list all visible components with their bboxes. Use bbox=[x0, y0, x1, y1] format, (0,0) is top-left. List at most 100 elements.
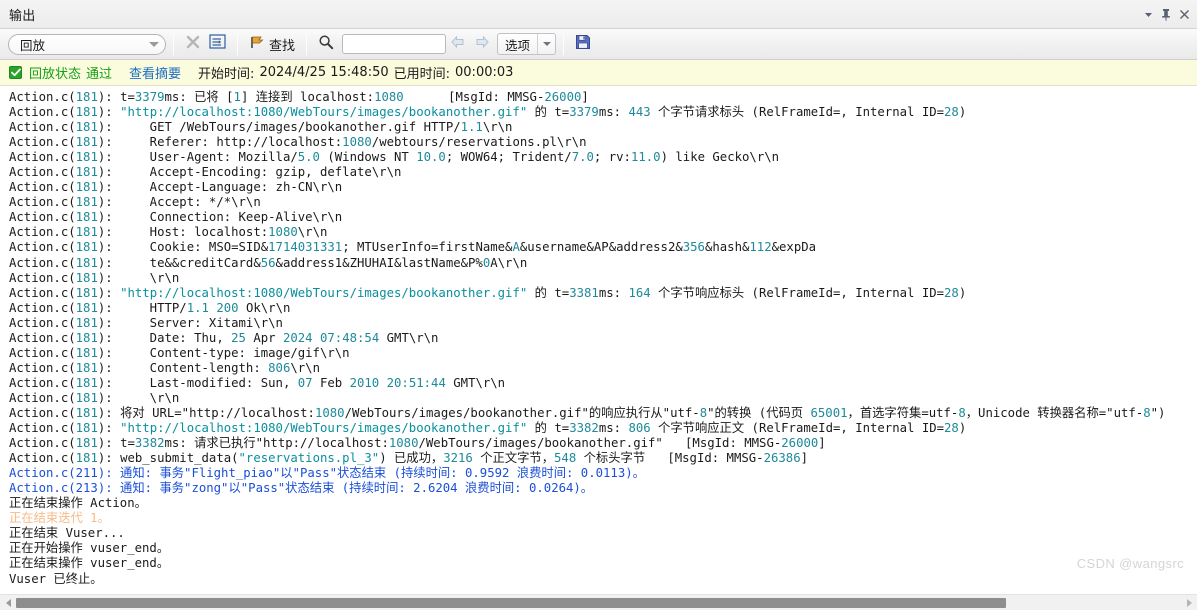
log-segment: ): Last-modified: Sun, bbox=[97, 375, 298, 390]
log-line[interactable]: Action.c(181): Last-modified: Sun, 07 Fe… bbox=[9, 376, 1197, 391]
horizontal-scrollbar[interactable] bbox=[0, 594, 1197, 610]
log-segment: Action.c( bbox=[9, 405, 76, 420]
log-line[interactable]: Action.c(181): Cookie: MSO=SID&171403133… bbox=[9, 240, 1197, 255]
clear-output-button[interactable] bbox=[181, 33, 205, 56]
log-line[interactable]: Action.c(181): Connection: Keep-Alive\r\… bbox=[9, 210, 1197, 225]
log-line[interactable]: 正在结束迭代 1。 bbox=[9, 511, 1197, 526]
close-icon[interactable] bbox=[1175, 4, 1193, 24]
start-time-label: 开始时间: bbox=[198, 67, 255, 82]
log-line[interactable]: Action.c(181): t=3382ms: 请求已执行"http://lo… bbox=[9, 436, 1197, 451]
log-segment: ): Server: Xitami\r\n bbox=[97, 315, 283, 330]
log-segment: 181 bbox=[75, 390, 98, 405]
log-mode-combo[interactable]: 回放 bbox=[8, 33, 166, 55]
log-line[interactable]: Action.c(181): Referer: http://localhost… bbox=[9, 135, 1197, 150]
view-summary-link[interactable]: 查看摘要 bbox=[129, 63, 181, 82]
log-line[interactable]: Action.c(181): \r\n bbox=[9, 391, 1197, 406]
log-line[interactable]: Action.c(181): te&&creditCard&56&address… bbox=[9, 256, 1197, 271]
log-line[interactable]: 正在开始操作 vuser_end。 bbox=[9, 541, 1197, 556]
log-segment: A\r\n bbox=[490, 255, 528, 270]
log-segment: ms: bbox=[598, 285, 629, 300]
log-line[interactable]: Action.c(211): 通知: 事务"Flight_piao"以"Pass… bbox=[9, 466, 1197, 481]
log-segment: ] bbox=[818, 436, 826, 451]
log-line[interactable]: Action.c(181): Content-length: 806\r\n bbox=[9, 361, 1197, 376]
toolbar-separator bbox=[237, 33, 238, 55]
log-segment: Action.c( bbox=[9, 360, 76, 375]
log-segment: ): te&&creditCard& bbox=[97, 255, 261, 270]
log-line[interactable]: Action.c(181): Content-type: image/gif\r… bbox=[9, 346, 1197, 361]
log-line[interactable]: Action.c(181): web_submit_data("reservat… bbox=[9, 451, 1197, 466]
log-segment: 181 bbox=[75, 451, 98, 466]
chevron-down-icon[interactable] bbox=[1139, 4, 1157, 24]
log-segment: "reservations.pl_3" bbox=[238, 451, 380, 466]
log-segment: 181 bbox=[75, 300, 98, 315]
log-segment: 181 bbox=[75, 405, 98, 420]
log-line[interactable]: Action.c(181): \r\n bbox=[9, 271, 1197, 286]
save-button[interactable] bbox=[571, 33, 595, 56]
log-line[interactable]: Action.c(181): HTTP/1.1 200 Ok\r\n bbox=[9, 301, 1197, 316]
log-segment: 164 bbox=[628, 285, 651, 300]
toolbar-separator bbox=[173, 33, 174, 55]
log-segment: Action.c( bbox=[9, 195, 76, 210]
log-segment: 8 bbox=[958, 405, 966, 420]
search-button[interactable] bbox=[314, 33, 338, 56]
log-line[interactable]: Action.c(181): "http://localhost:1080/We… bbox=[9, 286, 1197, 301]
log-line[interactable]: Action.c(181): Accept: */*\r\n bbox=[9, 195, 1197, 210]
log-line[interactable]: Action.c(213): 通知: 事务"zong"以"Pass"状态结束 (… bbox=[9, 481, 1197, 496]
log-line[interactable]: Action.c(181): "http://localhost:1080/We… bbox=[9, 421, 1197, 436]
log-line[interactable]: Action.c(181): Accept-Encoding: gzip, de… bbox=[9, 165, 1197, 180]
scrollbar-track[interactable] bbox=[16, 595, 1181, 610]
log-segment: Action.c( bbox=[9, 421, 76, 436]
log-line[interactable]: 正在结束操作 vuser_end。 bbox=[9, 556, 1197, 571]
log-segment: 181 bbox=[75, 225, 98, 240]
log-segment: Action.c( bbox=[9, 180, 76, 195]
search-icon bbox=[318, 34, 334, 55]
log-segment: 356 bbox=[682, 240, 705, 255]
search-input[interactable] bbox=[343, 35, 446, 53]
log-segment: 181 bbox=[75, 360, 98, 375]
log-line[interactable]: Action.c(181): 将对 URL="http://localhost:… bbox=[9, 406, 1197, 421]
log-segment: Action.c( bbox=[9, 105, 76, 120]
log-line[interactable]: 正在结束操作 Action。 bbox=[9, 496, 1197, 511]
find-next-button[interactable] bbox=[470, 33, 494, 56]
log-segment: \r\n bbox=[290, 360, 320, 375]
log-output-area[interactable]: Action.c(181): t=3379ms: 已将 [1] 连接到 loca… bbox=[0, 86, 1197, 594]
log-segment: 56 bbox=[260, 255, 276, 270]
log-line[interactable]: Action.c(181): Date: Thu, 25 Apr 2024 07… bbox=[9, 331, 1197, 346]
log-segment: 1080 bbox=[342, 135, 372, 150]
log-line[interactable]: Action.c(181): Server: Xitami\r\n bbox=[9, 316, 1197, 331]
pin-icon[interactable] bbox=[1157, 4, 1175, 24]
log-line[interactable]: Vuser 已终止。 bbox=[9, 572, 1197, 587]
log-segment: 181 bbox=[75, 436, 98, 451]
log-segment: 26386 bbox=[763, 451, 801, 466]
replay-status-bar: 回放状态 通过 查看摘要 开始时间: 2024/4/25 15:48:50 已用… bbox=[0, 60, 1197, 86]
log-line[interactable]: Action.c(181): GET /WebTours/images/book… bbox=[9, 120, 1197, 135]
chevron-down-icon[interactable] bbox=[149, 41, 159, 47]
word-wrap-button[interactable] bbox=[205, 33, 230, 56]
log-line[interactable]: Action.c(181): Host: localhost:1080\r\n bbox=[9, 225, 1197, 240]
scrollbar-thumb[interactable] bbox=[16, 597, 1007, 608]
arrow-left-icon bbox=[450, 35, 466, 54]
log-line[interactable]: Action.c(181): "http://localhost:1080/We… bbox=[9, 105, 1197, 120]
start-time-value: 2024/4/25 15:48:50 bbox=[259, 65, 389, 80]
log-segment: 2010 bbox=[349, 375, 380, 390]
log-segment: 07:48:54 bbox=[320, 330, 380, 345]
triangle-left-icon[interactable] bbox=[0, 595, 16, 610]
log-segment: ; WOW64; Trident/ bbox=[445, 150, 572, 165]
log-segment: /WebTours/images/bookanother.gif"的响应执行从"… bbox=[344, 405, 700, 420]
find-button[interactable]: 查找 bbox=[245, 33, 299, 56]
log-line[interactable]: Action.c(181): Accept-Language: zh-CN\r\… bbox=[9, 180, 1197, 195]
log-segment: ) like Gecko\r\n bbox=[660, 150, 780, 165]
triangle-right-icon[interactable] bbox=[1181, 595, 1197, 610]
search-input-wrap[interactable] bbox=[342, 34, 447, 54]
log-line[interactable]: Action.c(181): t=3379ms: 已将 [1] 连接到 loca… bbox=[9, 90, 1197, 105]
log-segment: 181 bbox=[75, 240, 98, 255]
log-segment: 200 bbox=[216, 300, 239, 315]
log-segment bbox=[379, 376, 386, 390]
log-segment: 443 bbox=[628, 105, 651, 120]
log-segment: Feb bbox=[312, 375, 350, 390]
log-line[interactable]: 正在结束 Vuser... bbox=[9, 526, 1197, 541]
log-line[interactable]: Action.c(181): User-Agent: Mozilla/5.0 (… bbox=[9, 150, 1197, 165]
chevron-down-icon[interactable] bbox=[538, 42, 555, 46]
find-previous-button[interactable] bbox=[446, 33, 470, 56]
options-button[interactable]: 选项 bbox=[497, 33, 557, 55]
